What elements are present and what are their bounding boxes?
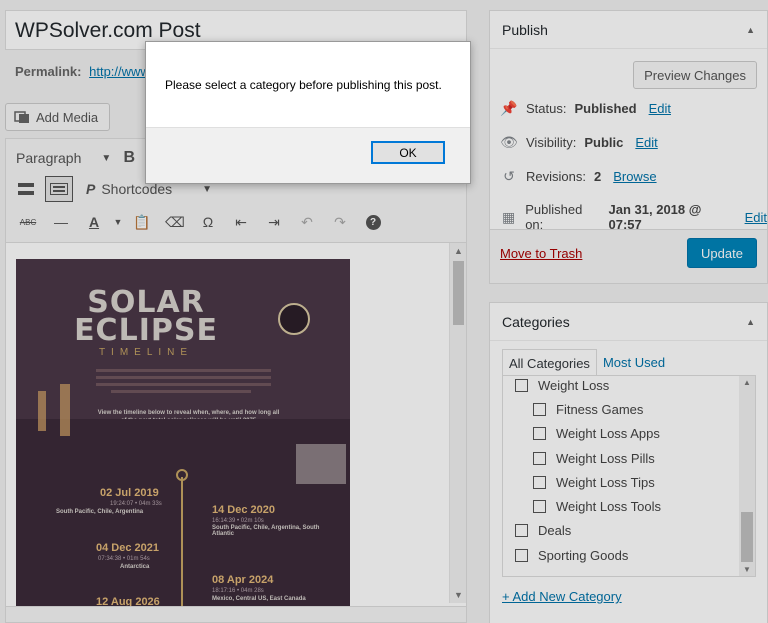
alert-footer: OK	[146, 127, 470, 183]
alert-message: Please select a category before publishi…	[165, 78, 442, 92]
alert-dialog: Please select a category before publishi…	[145, 41, 471, 184]
ok-button[interactable]: OK	[371, 141, 445, 164]
